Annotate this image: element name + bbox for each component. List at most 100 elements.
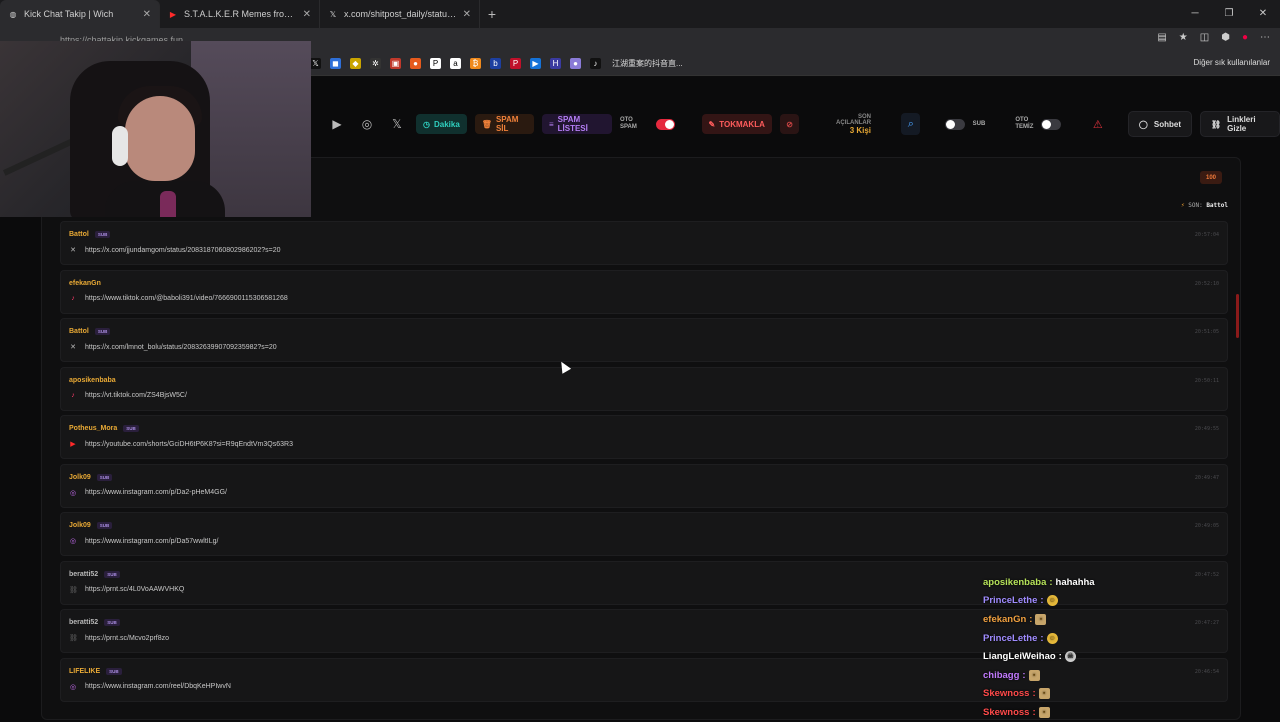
sub-badge: SUB <box>104 570 120 578</box>
link-url[interactable]: https://x.com/lmnot_bolu/status/20832639… <box>85 344 277 351</box>
username[interactable]: efekanGn <box>69 280 101 287</box>
browser-tab[interactable]: 𝕏x.com/shitpost_daily/status/20833 ✕ <box>320 0 480 28</box>
link-row[interactable]: Battol SUB ✕ https://x.com/jjundamgom/statu… <box>60 221 1228 265</box>
spam-sil-button[interactable]: 🗑 SPAM SİL <box>474 114 534 134</box>
username[interactable]: LIFELIKE <box>69 668 100 675</box>
row-user: Battol SUB <box>69 231 1227 238</box>
stop-button[interactable]: ⊘ <box>779 114 800 134</box>
username[interactable]: beratti52 <box>69 571 98 578</box>
link-row[interactable]: aposikenbaba ♪ https://vt.tiktok.com/ZS4Bj… <box>60 366 1228 411</box>
chat-bubble-icon: ◯ <box>1138 119 1148 129</box>
link-url[interactable]: https://vt.tiktok.com/ZS4BjsW5C/ <box>85 392 187 399</box>
close-tab-icon[interactable]: ✕ <box>303 9 311 20</box>
link-url[interactable]: https://prnt.sc/4L0VoAAWVHKQ <box>85 586 184 593</box>
close-tab-icon[interactable]: ✕ <box>143 9 151 20</box>
bookmark-hbo-icon[interactable]: H <box>550 58 561 69</box>
tab-bar: ◍ Kick Chat Takip | Wich ✕ ▶ S.T.A.L.K.E.R M… <box>0 0 1280 28</box>
bookmark-blue-icon[interactable]: ◼ <box>330 58 341 69</box>
overlay-colon: : <box>1029 613 1033 625</box>
tokmakla-button[interactable]: ✎ TOKMAKLA <box>701 114 772 134</box>
username[interactable]: Battol <box>69 231 89 238</box>
bookmark-red-icon[interactable]: ▣ <box>390 58 401 69</box>
sub-toggle[interactable] <box>945 118 965 130</box>
link-url[interactable]: https://youtube.com/shorts/GciDH6tP6K8?s… <box>85 441 293 448</box>
oto-spam-toggle[interactable] <box>655 118 675 130</box>
row-user: efekanGn <box>69 280 1227 287</box>
youtube-icon[interactable]: ▶ <box>326 113 348 135</box>
warning-icon[interactable]: ⚠ <box>1089 114 1107 134</box>
tab-title: x.com/shitpost_daily/status/20833 <box>344 9 457 19</box>
recent-opened: SON AÇILANLAR 3 Kişi <box>828 114 871 135</box>
bookmark-tiktok-icon[interactable]: ♪ <box>590 58 601 69</box>
link-icon: ⛓ <box>69 635 78 642</box>
search-icon[interactable]: ⌕ <box>901 113 921 135</box>
bookmark-orange-icon[interactable]: ● <box>410 58 421 69</box>
overlay-colon: : <box>1058 651 1062 663</box>
reader-icon[interactable]: ▤ <box>1157 32 1166 43</box>
restore-button[interactable]: ❐ <box>1212 0 1246 28</box>
sohbet-button[interactable]: ◯ Sohbet <box>1127 111 1192 137</box>
favorite-star-icon[interactable]: ★ <box>1179 32 1188 43</box>
link-url[interactable]: https://www.instagram.com/p/Da2-pHeM4GG/ <box>85 489 227 496</box>
profile-avatar[interactable]: ● <box>1242 32 1248 43</box>
bookmark-pin-icon[interactable]: P <box>510 58 521 69</box>
row-user: aposikenbaba <box>69 377 1227 384</box>
bookmark-yellow-icon[interactable]: ◆ <box>350 58 361 69</box>
bookmark-gear-icon[interactable]: ✲ <box>370 58 381 69</box>
extensions-icon[interactable]: ⬢ <box>1221 32 1230 43</box>
username[interactable]: beratti52 <box>69 619 98 626</box>
link-row[interactable]: Jolk09 SUB ◎ https://www.instagram.com/p/Da… <box>60 512 1228 556</box>
timestamp: 20:46:54 <box>1194 668 1219 675</box>
list-icon: ≡ <box>548 119 554 129</box>
browser-tab[interactable]: ◍ Kick Chat Takip | Wich ✕ <box>0 0 160 28</box>
x-icon[interactable]: 𝕏 <box>386 113 408 135</box>
link-url[interactable]: https://x.com/jjundamgom/status/20831870… <box>85 247 281 254</box>
box-emote-icon: ▪ <box>1038 706 1050 718</box>
youtube-icon: ▶ <box>70 441 76 448</box>
oto-temiz-toggle[interactable] <box>1041 118 1061 130</box>
bookmark-tiktok-label[interactable]: 江湖重案的抖音直... <box>612 58 683 69</box>
overlay-chat-line: Skewnoss: ▪ <box>983 703 1183 722</box>
split-screen-icon[interactable]: ◫ <box>1200 32 1209 43</box>
timestamp: 20:51:05 <box>1194 329 1219 335</box>
linkleri-gizle-button[interactable]: ⛓ Linkleri Gizle <box>1199 111 1280 137</box>
link-row[interactable]: efekanGn ♪ https://www.tiktok.com/@baboli3… <box>60 269 1228 314</box>
sub-badge: SUB <box>123 425 139 432</box>
scrollbar[interactable] <box>1236 294 1239 338</box>
link-row[interactable]: Jolk09 SUB ◎ https://www.instagram.com/p/Da… <box>60 463 1228 508</box>
sub-label: SUB <box>972 120 986 127</box>
bookmark-circle-icon[interactable]: ● <box>570 58 581 69</box>
bookmark-play-icon[interactable]: ▶ <box>530 58 541 69</box>
username[interactable]: Jolk09 <box>69 474 91 481</box>
link-row[interactable]: Battol SUB ✕ https://x.com/lmnot_bolu/statu… <box>60 318 1228 362</box>
action-toolbar: ◷ Dakika 🗑 SPAM SİL ≡ SPAM LİSTESİ OTO SPAM… <box>416 111 1280 137</box>
close-tab-icon[interactable]: ✕ <box>463 9 471 20</box>
overlay-colon: : <box>1032 688 1036 700</box>
link-url[interactable]: https://www.tiktok.com/@baboli391/video/… <box>85 295 288 302</box>
close-window-button[interactable]: ✕ <box>1246 0 1280 28</box>
minimize-button[interactable]: ─ <box>1178 0 1212 28</box>
link-row[interactable]: Potheus_Mora SUB ▶ https://youtube.com/shor… <box>60 415 1228 459</box>
row-link: ♪ https://vt.tiktok.com/ZS4BjsW5C/ <box>69 392 1227 399</box>
instagram-icon[interactable]: ◎ <box>356 113 378 135</box>
other-bookmarks-folder[interactable]: Diğer sık kullanılanlar <box>1194 58 1270 67</box>
link-url[interactable]: https://prnt.sc/Mcvo2prf8zo <box>85 635 169 642</box>
bookmark-amazon-icon[interactable]: a <box>450 58 461 69</box>
menu-icon[interactable]: ⋯ <box>1260 32 1270 43</box>
username[interactable]: Battol <box>69 328 89 335</box>
browser-tab[interactable]: ▶ S.T.A.L.K.E.R Memes from the Zone ✕ <box>160 0 320 28</box>
new-tab-button[interactable]: + <box>480 6 504 22</box>
username[interactable]: aposikenbaba <box>69 377 116 384</box>
username[interactable]: Potheus_Mora <box>69 425 117 432</box>
overlay-username: efekanGn <box>983 613 1027 625</box>
username[interactable]: Jolk09 <box>69 522 91 529</box>
bookmark-bitcoin-icon[interactable]: ₿ <box>470 58 481 69</box>
link-url[interactable]: https://www.instagram.com/p/Da57wwltILg/ <box>85 538 218 545</box>
row-user: Battol SUB <box>69 328 1227 335</box>
spam-listesi-button[interactable]: ≡ SPAM LİSTESİ <box>541 114 612 134</box>
bookmark-p-icon[interactable]: P <box>430 58 441 69</box>
bookmark-x-icon[interactable]: 𝕏 <box>310 58 321 69</box>
dakika-button[interactable]: ◷ Dakika <box>416 114 467 134</box>
bookmark-b-icon[interactable]: b <box>490 58 501 69</box>
link-url[interactable]: https://www.instagram.com/reel/DbqKeHPIw… <box>85 683 231 690</box>
